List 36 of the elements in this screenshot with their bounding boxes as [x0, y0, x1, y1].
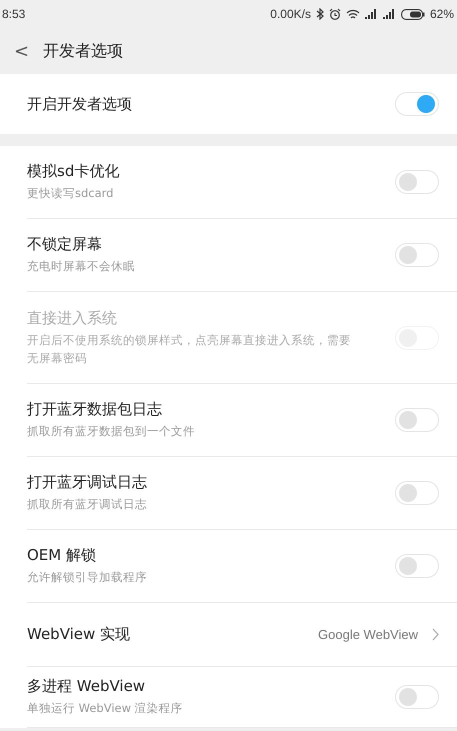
page-title: 开发者选项: [43, 40, 124, 62]
setting-value: Google WebView: [318, 627, 418, 642]
battery-icon: [400, 8, 425, 20]
setting-description: 单独运行 WebView 渲染程序: [27, 700, 183, 717]
alarm-icon: [328, 8, 341, 20]
back-button[interactable]: <: [14, 40, 30, 62]
setting-title: OEM 解锁: [27, 546, 97, 565]
setting-description: 抓取所有蓝牙数据包到一个文件: [27, 423, 195, 440]
bluetooth-icon: [316, 8, 324, 20]
signal-icon: [382, 9, 396, 19]
chevron-right-icon: [432, 628, 439, 641]
setting-title: 模拟sd卡优化: [27, 162, 120, 181]
battery-percent: 62%: [430, 7, 454, 21]
setting-title: 直接进入系统: [27, 308, 118, 328]
toggle-switch[interactable]: [395, 554, 439, 578]
network-speed: 0.00K/s: [270, 7, 311, 21]
setting-title: 打开蓝牙调试日志: [27, 473, 147, 492]
setting-title: 不锁定屏幕: [27, 235, 103, 254]
toggle-switch[interactable]: [395, 243, 439, 267]
setting-title: WebView 实现: [27, 625, 130, 644]
toggle-switch[interactable]: [395, 170, 439, 194]
clock: 8:53: [2, 7, 26, 21]
setting-description: 更快读写sdcard: [27, 185, 114, 202]
toggle-switch[interactable]: [395, 481, 439, 505]
wifi-icon: [346, 8, 360, 20]
toggle-switch[interactable]: [395, 685, 439, 709]
setting-description: 开启后不使用系统的锁屏样式，点亮屏幕直接进入系统，需要无屏幕密码: [27, 332, 352, 366]
signal-icon: [364, 9, 378, 19]
setting-description: 允许解锁引导加载程序: [27, 569, 147, 586]
setting-title: 多进程 WebView: [27, 677, 146, 696]
setting-title: 开启开发者选项: [27, 94, 132, 114]
toggle-switch[interactable]: [395, 408, 439, 432]
toggle-switch[interactable]: [395, 92, 439, 116]
setting-title: 打开蓝牙数据包日志: [27, 400, 163, 419]
setting-description: 充电时屏幕不会休眠: [27, 258, 135, 275]
setting-description: 抓取所有蓝牙调试日志: [27, 496, 147, 513]
